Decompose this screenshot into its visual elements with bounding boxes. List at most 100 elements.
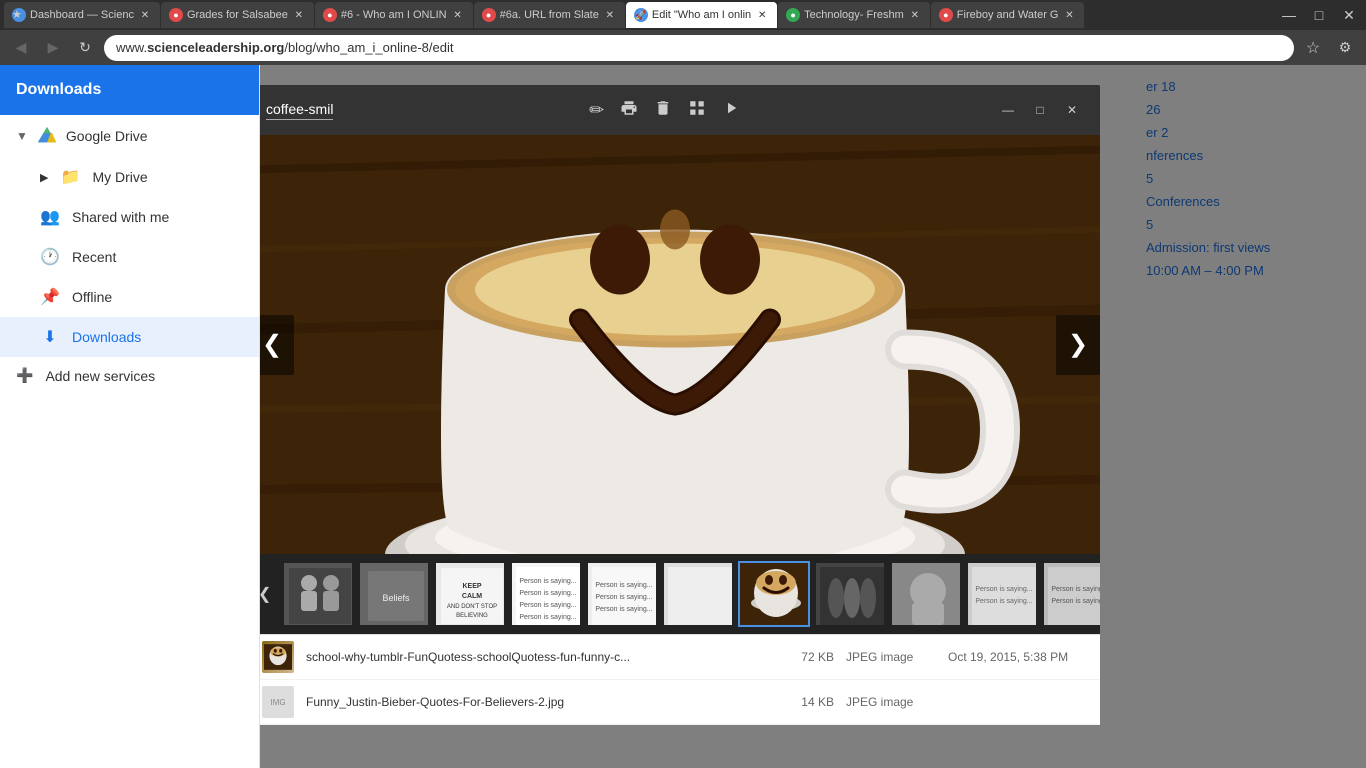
close-browser-btn[interactable]: ✕	[1336, 2, 1362, 28]
recent-label: Recent	[72, 249, 116, 265]
thumbnail-2[interactable]: Beliefs	[358, 561, 430, 627]
viewer-header: coffee-smil ✏	[260, 85, 1100, 135]
file-row-1: school-why-tumblr-FunQuotess-schoolQuote…	[260, 635, 1100, 680]
tab-technology[interactable]: ● Technology- Freshm ✕	[778, 2, 930, 28]
sidebar-item-add-new-services[interactable]: ➕ Add new services	[0, 357, 259, 394]
thumbnail-6[interactable]	[662, 561, 734, 627]
prev-image-btn[interactable]: ❮	[260, 315, 294, 375]
plus-icon: ➕	[16, 367, 33, 384]
thumbnail-8[interactable]	[814, 561, 886, 627]
google-drive-icon	[36, 125, 58, 147]
thumbnail-1[interactable]	[282, 561, 354, 627]
settings-btn[interactable]: ⚙	[1332, 35, 1358, 61]
thumbnail-3[interactable]: KEEP CALM AND DON'T STOP BELIEVING	[434, 561, 506, 627]
svg-text:Person is saying...: Person is saying...	[1051, 586, 1100, 593]
tab-favicon: ★	[12, 8, 26, 22]
thumbnail-4[interactable]: Person is saying... Person is saying... …	[510, 561, 582, 627]
svg-text:Person is saying...: Person is saying...	[975, 598, 1032, 605]
address-bar[interactable]: www.scienceleadership.org/blog/who_am_i_…	[104, 35, 1294, 61]
thumbnail-9[interactable]	[890, 561, 962, 627]
minimize-browser-btn[interactable]: —	[1276, 2, 1302, 28]
clock-icon: 🕐	[40, 247, 60, 267]
tab-label: Technology- Freshm	[804, 9, 904, 21]
people-icon: 👥	[40, 207, 60, 227]
viewer-close-btn[interactable]: ✕	[1060, 98, 1084, 122]
shared-with-me-label: Shared with me	[72, 209, 169, 225]
sidebar-item-recent[interactable]: 🕐 Recent	[0, 237, 259, 277]
file-size-1: 72 KB	[774, 650, 834, 664]
add-services-label: Add new services	[45, 368, 155, 384]
bookmark-btn[interactable]: ☆	[1300, 35, 1326, 61]
image-viewer-dialog: coffee-smil ✏	[260, 85, 1100, 725]
file-row-2: IMG Funny_Justin-Bieber-Quotes-For-Belie…	[260, 680, 1100, 725]
sidebar: Downloads ▼ Google Drive ▶ 📁 My Drive 👥 …	[0, 65, 260, 768]
viewer-window-controls: — □ ✕	[996, 98, 1084, 122]
viewer-controls: ✏	[589, 99, 740, 122]
delete-btn[interactable]	[654, 99, 672, 122]
forward-btn[interactable]: ▶	[40, 35, 66, 61]
thumbnail-prev-btn[interactable]: ❮	[260, 584, 278, 604]
tab-close-btn[interactable]: ✕	[603, 8, 617, 22]
thumbnail-11[interactable]: Person is saying... Person is saying...	[1042, 561, 1100, 627]
svg-text:Person is saying...: Person is saying...	[519, 614, 576, 621]
sidebar-title: Downloads	[16, 81, 101, 99]
file-type-1: JPEG image	[846, 650, 936, 664]
reload-btn[interactable]: ↻	[72, 35, 98, 61]
main-area: Downloads ▼ Google Drive ▶ 📁 My Drive 👥 …	[0, 65, 1366, 768]
tab-grades[interactable]: ● Grades for Salsabee ✕	[161, 2, 314, 28]
viewer-minimize-btn[interactable]: —	[996, 98, 1020, 122]
file-date-1: Oct 19, 2015, 5:38 PM	[948, 650, 1088, 664]
tab-who-am-i[interactable]: ● #6 - Who am I ONLIN ✕	[315, 2, 473, 28]
edit-btn[interactable]: ✏	[589, 100, 604, 121]
next-image-btn[interactable]: ❯	[1056, 315, 1100, 375]
tab-edit-active[interactable]: 🚀 Edit "Who am I onlin ✕	[626, 2, 777, 28]
chevron-right-icon: ▶	[40, 171, 48, 184]
thumbnail-5[interactable]: Person is saying... Person is saying... …	[586, 561, 658, 627]
sidebar-header: Downloads	[0, 65, 259, 115]
viewer-maximize-btn[interactable]: □	[1028, 98, 1052, 122]
file-name-2: Funny_Justin-Bieber-Quotes-For-Believers…	[306, 695, 762, 709]
coffee-image	[260, 135, 1100, 554]
google-drive-label: Google Drive	[66, 128, 148, 144]
tab-favicon: 🚀	[634, 8, 648, 22]
address-path: /blog/who_am_i_online-8/edit	[284, 40, 453, 55]
tab-favicon: ●	[169, 8, 183, 22]
thumbnail-10[interactable]: Person is saying... Person is saying...	[966, 561, 1038, 627]
sidebar-item-offline[interactable]: 📌 Offline	[0, 277, 259, 317]
tab-label: Grades for Salsabee	[187, 9, 288, 21]
maximize-browser-btn[interactable]: □	[1306, 2, 1332, 28]
tab-favicon: ●	[786, 8, 800, 22]
sidebar-item-google-drive[interactable]: ▼ Google Drive	[0, 115, 259, 157]
sidebar-item-my-drive[interactable]: ▶ 📁 My Drive	[0, 157, 259, 197]
file-thumbnail-2: IMG	[262, 686, 294, 718]
tab-close-btn[interactable]: ✕	[138, 8, 152, 22]
svg-text:CALM: CALM	[462, 593, 482, 600]
tab-fireboy[interactable]: ● Fireboy and Water G ✕	[931, 2, 1085, 28]
tab-close-btn[interactable]: ✕	[755, 8, 769, 22]
tab-close-btn[interactable]: ✕	[451, 8, 465, 22]
file-info-bar: school-why-tumblr-FunQuotess-schoolQuote…	[260, 634, 1100, 725]
svg-text:KEEP: KEEP	[462, 583, 481, 590]
chevron-down-icon: ▼	[16, 129, 28, 143]
file-name-1: school-why-tumblr-FunQuotess-schoolQuote…	[306, 650, 762, 664]
grid-btn[interactable]	[688, 99, 706, 122]
tab-dashboard[interactable]: ★ Dashboard — Scienc ✕	[4, 2, 160, 28]
viewer-filename: coffee-smil	[266, 101, 333, 120]
thumbnail-7-selected[interactable]	[738, 561, 810, 627]
svg-text:AND DON'T STOP: AND DON'T STOP	[447, 604, 497, 610]
svg-text:Person is saying...: Person is saying...	[519, 602, 576, 609]
sidebar-item-shared-with-me[interactable]: 👥 Shared with me	[0, 197, 259, 237]
print-btn[interactable]	[620, 99, 638, 122]
tab-favicon: ●	[939, 8, 953, 22]
tab-close-btn[interactable]: ✕	[908, 8, 922, 22]
tab-url-slate[interactable]: ● #6a. URL from Slate ✕	[474, 2, 625, 28]
back-btn[interactable]: ◀	[8, 35, 34, 61]
svg-text:Person is saying...: Person is saying...	[519, 590, 576, 597]
tab-label: Fireboy and Water G	[957, 9, 1059, 21]
file-type-2: JPEG image	[846, 695, 936, 709]
play-btn[interactable]	[722, 99, 740, 122]
tab-close-btn[interactable]: ✕	[292, 8, 306, 22]
tab-close-btn[interactable]: ✕	[1062, 8, 1076, 22]
downloads-label: Downloads	[72, 329, 141, 345]
sidebar-item-downloads[interactable]: ⬇ Downloads	[0, 317, 259, 357]
